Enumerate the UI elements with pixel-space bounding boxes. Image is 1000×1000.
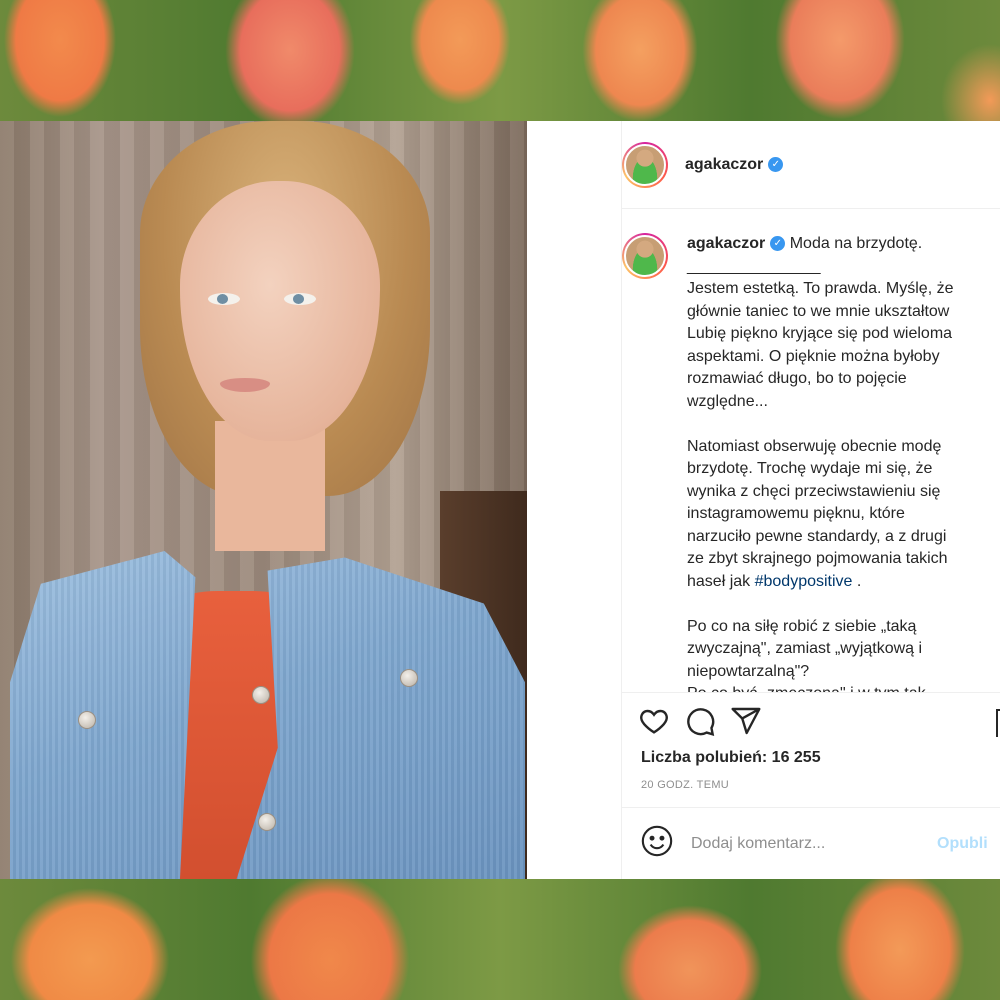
post-timestamp[interactable]: 20 GODZ. TEMU [622, 779, 1000, 791]
publish-button[interactable]: Opubli [937, 835, 988, 853]
lips [220, 378, 270, 392]
caption-line: aspektami. O pięknie można byłoby [687, 347, 940, 365]
caption-line: brzydotę. Trochę wydaje mi się, że [687, 460, 933, 477]
caption-divider: _______________ [687, 257, 821, 275]
comment-icon[interactable] [684, 705, 716, 742]
caption-line: głównie taniec to we mnie ukształtow [687, 302, 950, 320]
caption-line: Po co na siłę robić z siebie „taką [687, 617, 917, 635]
hashtag-link[interactable]: #bodypositive [755, 573, 853, 590]
caption-line: narzuciło pewne standardy, a z drugi [687, 527, 947, 545]
instagram-post: agakaczor ✓ agakaczor ✓ Moda na brzydotę.… [0, 121, 1000, 879]
caption-avatar[interactable] [622, 233, 668, 279]
verified-badge-icon: ✓ [768, 157, 784, 172]
jacket-button [400, 669, 418, 687]
jacket-button [78, 711, 96, 729]
caption-line: względne... [687, 392, 768, 410]
caption-line: Po co być „zmęczona" i w tym tak [687, 683, 1000, 692]
caption-line: Jestem estetką. To prawda. Myślę, że [687, 280, 954, 297]
jacket-button [252, 686, 270, 704]
caption-first-line: Moda na brzydotę. [789, 235, 923, 252]
face [180, 181, 380, 441]
heart-icon[interactable] [638, 705, 670, 742]
avatar[interactable] [622, 141, 668, 188]
comment-bar: Dodaj komentarz... Opubli [622, 807, 1000, 879]
caption-line: wynika z chęci przeciwstawieniu się [687, 482, 941, 500]
smile-icon[interactable] [640, 824, 674, 863]
left-eye [208, 293, 240, 305]
caption-line: ze zbyt skrajnego pojmowania takich [687, 550, 948, 567]
post-header: agakaczor ✓ [622, 121, 1000, 209]
share-icon[interactable] [730, 705, 762, 742]
jacket-button [258, 813, 276, 831]
caption-line: niepowtarzalną"? [687, 662, 810, 680]
right-eye [284, 293, 316, 305]
header-username[interactable]: agakaczor [685, 156, 763, 174]
caption-area: agakaczor ✓ Moda na brzydotę. ___________… [622, 210, 1000, 692]
likes-count[interactable]: Liczba polubień: 16 255 [622, 749, 1000, 767]
post-actions: Liczba polubień: 16 255 20 GODZ. TEMU [622, 692, 1000, 791]
post-side-panel: agakaczor ✓ agakaczor ✓ Moda na brzydotę.… [527, 121, 1000, 879]
post-caption: agakaczor ✓ Moda na brzydotę. ___________… [687, 233, 1000, 692]
comment-input[interactable]: Dodaj komentarz... [691, 835, 931, 853]
caption-line: instagramowemu pięknu, które [687, 505, 905, 522]
caption-line: Lubię piękno kryjące się pod wieloma [687, 325, 953, 342]
bookmark-icon[interactable] [996, 709, 1000, 737]
caption-line: rozmawiać długo, bo to pojęcie [687, 370, 907, 387]
post-photo[interactable] [0, 121, 527, 879]
caption-line: Natomiast obserwuję obecnie modę [687, 437, 942, 455]
caption-line: zwyczajną", zamiast „wyjątkową i [687, 640, 923, 657]
caption-username[interactable]: agakaczor [687, 235, 765, 252]
caption-line: . [852, 572, 862, 590]
verified-badge-icon: ✓ [770, 236, 786, 252]
caption-line: haseł jak [687, 572, 751, 590]
